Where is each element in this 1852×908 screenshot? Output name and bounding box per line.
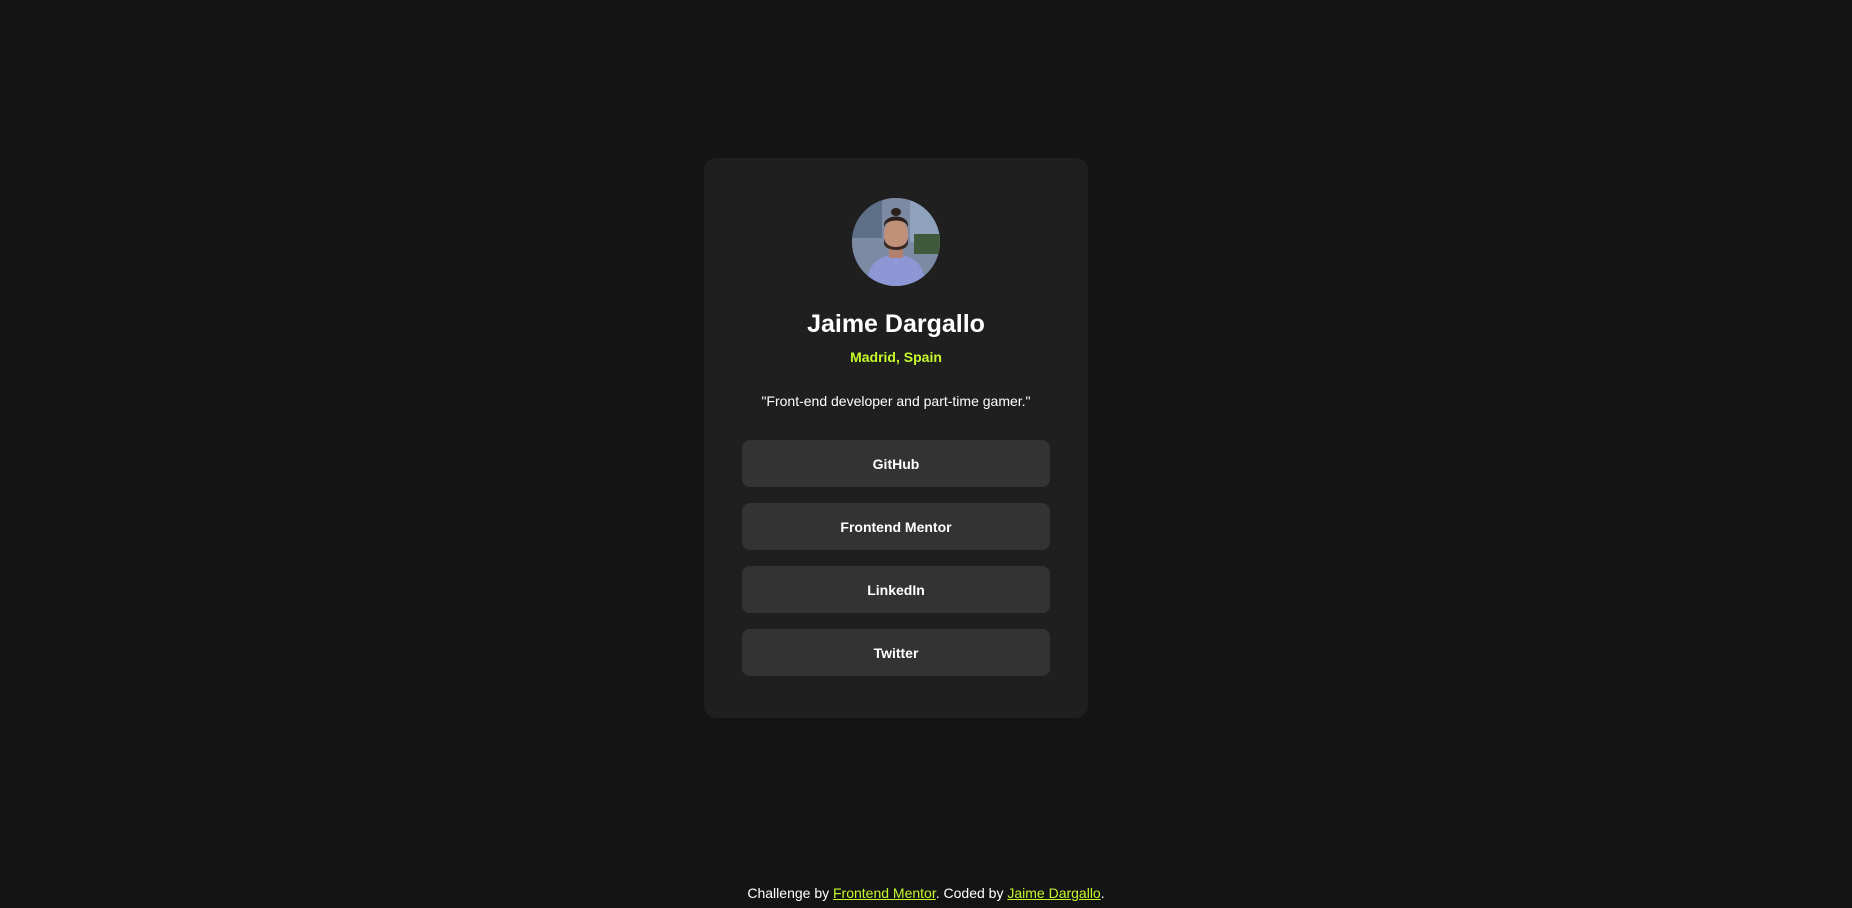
attribution-footer: Challenge by Frontend Mentor. Coded by J…	[0, 884, 1852, 902]
github-link-button[interactable]: GitHub	[742, 440, 1050, 487]
social-links: GitHub Frontend Mentor LinkedIn Twitter	[742, 440, 1050, 676]
profile-name: Jaime Dargallo	[807, 310, 985, 338]
linkedin-link-button[interactable]: LinkedIn	[742, 566, 1050, 613]
profile-location: Madrid, Spain	[850, 349, 942, 365]
footer-suffix: .	[1100, 885, 1105, 901]
frontend-mentor-link-button[interactable]: Frontend Mentor	[742, 503, 1050, 550]
footer-middle: . Coded by	[935, 885, 1008, 901]
author-footer-link[interactable]: Jaime Dargallo	[1007, 885, 1100, 901]
frontend-mentor-footer-link[interactable]: Frontend Mentor	[833, 885, 936, 901]
profile-card: Jaime Dargallo Madrid, Spain "Front-end …	[704, 158, 1088, 718]
page: Jaime Dargallo Madrid, Spain "Front-end …	[0, 0, 1852, 908]
avatar	[852, 198, 940, 286]
footer-prefix: Challenge by	[747, 885, 833, 901]
twitter-link-button[interactable]: Twitter	[742, 629, 1050, 676]
profile-bio: "Front-end developer and part-time gamer…	[761, 393, 1031, 409]
avatar-photo	[852, 198, 940, 286]
